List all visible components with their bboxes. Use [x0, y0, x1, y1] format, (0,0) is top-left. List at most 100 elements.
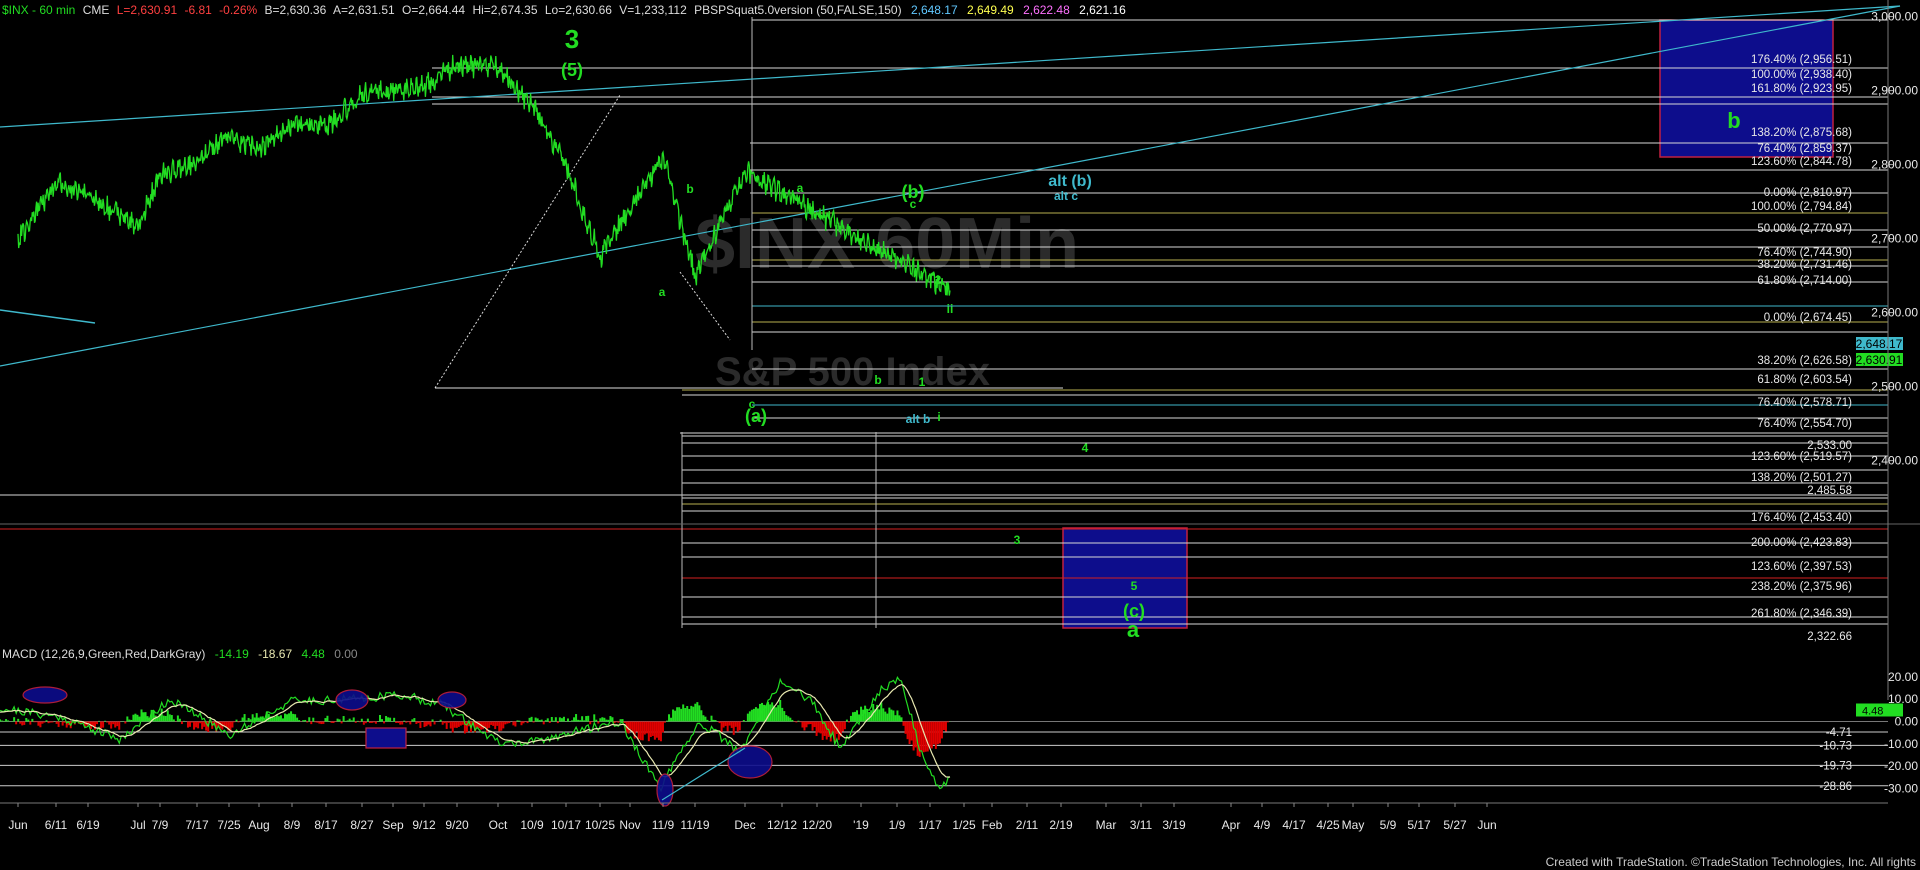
x-tick-label: 5/9	[1380, 818, 1397, 832]
x-tick-label: '19	[853, 818, 869, 832]
symbol-label: $INX - 60 min	[2, 3, 75, 17]
x-tick-label: 8/27	[350, 818, 374, 832]
open-price: O=2,664.44	[402, 3, 465, 17]
fib-level-label: 2,485.58	[1807, 485, 1852, 497]
x-tick-label: 2/11	[1016, 818, 1039, 832]
macd-signal-value: -18.67	[258, 647, 292, 661]
x-tick-label: 4/17	[1282, 818, 1306, 832]
macd-title: MACD (12,26,9,Green,Red,DarkGray)	[2, 647, 205, 661]
x-tick-label: Apr	[1222, 818, 1241, 832]
wave-label: 3	[565, 24, 579, 54]
x-tick-label: Sep	[382, 818, 404, 832]
price-tag-label: 2,648.17	[1856, 337, 1903, 351]
x-tick-label: 10/25	[585, 818, 615, 832]
change-pct: -0.26%	[219, 3, 257, 17]
fib-level-label: 100.00% (2,794.84)	[1751, 201, 1852, 213]
fib-level-label: 76.40% (2,578.71)	[1757, 397, 1852, 409]
fib-level-label: 2,322.66	[1807, 631, 1852, 643]
wave-label: b	[686, 182, 693, 196]
wave-label: a	[797, 181, 804, 195]
wave-label: 3	[1014, 533, 1021, 547]
footer-credit: Created with TradeStation. ©TradeStation…	[1546, 855, 1916, 869]
macd-y-tick-label: -10.00	[1884, 737, 1918, 751]
y-tick-label: 2,700.00	[1871, 232, 1918, 246]
x-tick-label: 9/20	[445, 818, 469, 832]
x-tick-label: 12/12	[767, 818, 797, 832]
macd-hist-value: 4.48	[302, 647, 326, 661]
x-tick-label: Mar	[1096, 818, 1117, 832]
indicator-value-4: 2,621.16	[1079, 3, 1126, 17]
macd-y-tick-label: 0.00	[1895, 714, 1919, 728]
wave-label: 5	[1131, 579, 1138, 593]
macd-tag-label: 4.48	[1862, 705, 1883, 717]
chart-canvas: $INX - 60 min CME L=2,630.91 -6.81 -0.26…	[0, 0, 1920, 870]
fib-level-label: 0.00% (2,810.97)	[1764, 187, 1852, 199]
fib-level-label: 38.20% (2,626.58)	[1757, 355, 1852, 367]
x-tick-label: Jul	[130, 818, 145, 832]
macd-value: -14.19	[215, 647, 249, 661]
wave-label: alt (b)	[1048, 173, 1092, 190]
x-tick-label: 11/19	[680, 818, 709, 832]
fib-level-label: 261.80% (2,346.39)	[1751, 608, 1852, 620]
x-tick-label: 8/17	[314, 818, 338, 832]
x-tick-label: 1/17	[918, 818, 942, 832]
x-tick-label: Jun	[1477, 818, 1496, 832]
wave-label: a	[1127, 617, 1140, 642]
wave-label: ii	[947, 302, 954, 316]
low-price: Lo=2,630.66	[545, 3, 612, 17]
x-tick-label: 8/9	[284, 818, 301, 832]
x-tick-label: May	[1342, 818, 1365, 832]
wave-label: (a)	[745, 406, 767, 426]
x-tick-label: Feb	[982, 818, 1003, 832]
wave-label: (5)	[561, 60, 583, 80]
indicator-value-2: 2,649.49	[967, 3, 1014, 17]
y-tick-label: 2,600.00	[1871, 306, 1918, 320]
fib-level-label: 200.00% (2,423.83)	[1751, 537, 1852, 549]
macd-highlight	[437, 691, 467, 709]
x-tick-label: 10/9	[520, 818, 544, 832]
price-tag-label: 2,630.91	[1856, 353, 1903, 367]
wave-label: 4	[1082, 441, 1089, 455]
x-tick-label: Aug	[248, 818, 269, 832]
fib-level-label: 176.40% (2,956.51)	[1751, 54, 1852, 66]
fib-level-label: 123.60% (2,519.57)	[1751, 451, 1852, 463]
wave-label: alt c	[1054, 189, 1078, 203]
x-tick-label: 3/11	[1130, 818, 1153, 832]
x-tick-label: 5/27	[1443, 818, 1467, 832]
x-tick-label: 4/9	[1254, 818, 1271, 832]
y-tick-label: 3,000.00	[1871, 10, 1918, 24]
fib-level-label: 76.40% (2,859.37)	[1757, 143, 1852, 155]
wave-label: a	[659, 285, 666, 299]
macd-y-tick-label: -30.00	[1884, 781, 1918, 795]
macd-highlight	[335, 689, 369, 711]
x-tick-label: 10/17	[551, 818, 581, 832]
macd-highlight	[656, 773, 674, 807]
wave-label: alt b	[906, 412, 931, 426]
x-tick-label: Jun	[8, 818, 27, 832]
wave-label: (b)	[902, 182, 925, 202]
fib-level-label: 138.20% (2,875.68)	[1751, 127, 1852, 139]
fib-level-label: 123.60% (2,844.78)	[1751, 156, 1852, 168]
y-tick-label: 2,800.00	[1871, 158, 1918, 172]
macd-highlight	[22, 686, 68, 704]
fib-level-label: 100.00% (2,938.40)	[1751, 69, 1852, 81]
last-price: L=2,630.91	[117, 3, 178, 17]
indicator-value-1: 2,648.17	[911, 3, 958, 17]
high-price: Hi=2,674.35	[472, 3, 537, 17]
x-tick-label: 12/20	[802, 818, 832, 832]
ask-price: A=2,631.51	[333, 3, 395, 17]
x-tick-label: 1/9	[889, 818, 906, 832]
exchange-label: CME	[83, 3, 110, 17]
x-tick-label: 7/9	[152, 818, 169, 832]
fib-level-label: 176.40% (2,453.40)	[1751, 512, 1852, 524]
fib-level-label: 123.60% (2,397.53)	[1751, 561, 1852, 573]
header-line: $INX - 60 min CME L=2,630.91 -6.81 -0.26…	[2, 3, 1126, 17]
bid-price: B=2,630.36	[265, 3, 327, 17]
fib-level-label: 61.80% (2,603.54)	[1757, 374, 1852, 386]
x-tick-label: Oct	[489, 818, 508, 832]
macd-highlight	[727, 745, 773, 779]
x-tick-label: 9/12	[412, 818, 436, 832]
fib-level-label: 76.40% (2,744.90)	[1757, 247, 1852, 259]
x-tick-label: 6/19	[76, 818, 100, 832]
x-tick-label: Dec	[734, 818, 755, 832]
